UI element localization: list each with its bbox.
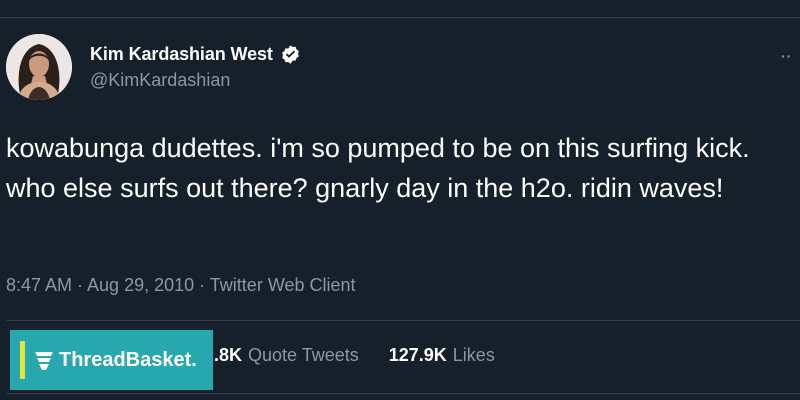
author-name-row[interactable]: Kim Kardashian West <box>90 42 301 66</box>
tweet-text: kowabunga dudettes. i'm so pumped to be … <box>6 133 750 203</box>
quote-tweets-label: Quote Tweets <box>248 345 359 365</box>
top-divider <box>0 17 800 18</box>
quote-tweets-count: .8K <box>214 345 243 365</box>
quote-tweets-stat[interactable]: .8K Quote Tweets <box>214 345 359 366</box>
likes-label: Likes <box>452 345 495 365</box>
watermark-text: ThreadBasket. <box>59 348 197 371</box>
basket-icon <box>35 352 53 370</box>
likes-stat[interactable]: 127.9K Likes <box>389 345 495 366</box>
watermark-accent-bar <box>20 341 25 379</box>
more-options-icon[interactable]: ·· <box>781 48 792 64</box>
threadbasket-watermark: ThreadBasket. <box>10 330 213 390</box>
author-display-name[interactable]: Kim Kardashian West <box>90 44 273 65</box>
author-handle[interactable]: @KimKardashian <box>90 70 230 91</box>
stats-bottom-divider <box>6 393 800 394</box>
avatar[interactable] <box>6 34 72 100</box>
tweet-meta: 8:47 AM · Aug 29, 2010 · Twitter Web Cli… <box>6 275 356 295</box>
stats-top-divider <box>6 320 800 321</box>
verified-badge-icon <box>282 44 299 64</box>
likes-count: 127.9K <box>388 345 447 365</box>
avatar-image <box>6 34 72 100</box>
tweet-stats: .8K Quote Tweets 127.9K Likes <box>214 345 495 366</box>
